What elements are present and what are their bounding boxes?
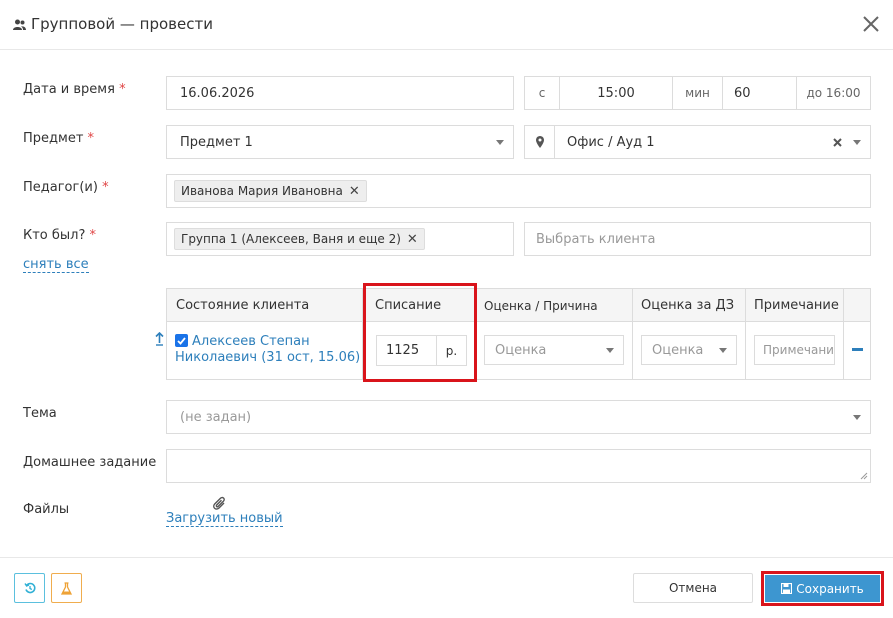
subject-select[interactable]: Предмет 1: [166, 125, 514, 159]
date-time-label-text: Дата и время: [23, 82, 115, 97]
modal-title: Групповой — провести: [13, 15, 213, 33]
chevron-down-icon: [853, 140, 861, 145]
resize-handle-icon[interactable]: [860, 472, 868, 480]
group-tag: Группа 1 (Алексеев, Ваня и еще 2) ✕: [174, 228, 425, 250]
location-icon-cell: [525, 126, 555, 158]
client-name-line1[interactable]: Алексеев Степан: [175, 334, 360, 350]
upload-wrap: Загрузить новый: [166, 511, 283, 527]
note-placeholder: Примечание: [763, 343, 835, 357]
homework-textarea[interactable]: [166, 449, 871, 483]
who-was-label: Кто был? *: [23, 228, 96, 243]
who-was-label-text: Кто был?: [23, 228, 86, 243]
date-value: 16.06.2026: [180, 85, 255, 101]
modal-footer: [0, 557, 893, 618]
topic-select[interactable]: (не задан): [166, 400, 871, 434]
homework-label: Домашнее задание: [23, 455, 157, 470]
group-select[interactable]: Группа 1 (Алексеев, Ваня и еще 2) ✕: [166, 222, 514, 256]
grade-placeholder: Оценка: [495, 342, 547, 358]
paperclip-icon: [213, 496, 225, 510]
header-hw-grade: Оценка за ДЗ: [641, 298, 735, 313]
topic-label: Тема: [23, 406, 57, 421]
from-label: с: [538, 86, 546, 100]
files-label: Файлы: [23, 502, 70, 517]
time-range-group: с 15:00 мин 60 до 16:00: [524, 76, 871, 110]
chevron-down-icon: [606, 348, 614, 353]
charge-highlight: [363, 283, 477, 382]
history-icon: [23, 582, 36, 594]
required-mark: *: [89, 228, 97, 243]
required-mark: *: [87, 131, 95, 146]
hw-grade-placeholder: Оценка: [652, 342, 704, 358]
teachers-label-text: Педагог(и): [23, 180, 98, 195]
client-name-line2[interactable]: Николаевич (31 ост, 15.06): [175, 350, 360, 366]
location-select[interactable]: Офис / Ауд 1: [524, 125, 871, 159]
teacher-tag: Иванова Мария Ивановна ✕: [174, 180, 367, 202]
test-button[interactable]: [51, 573, 82, 603]
hw-grade-select[interactable]: Оценка: [641, 335, 737, 365]
topic-placeholder: (не задан): [180, 409, 252, 425]
header-state: Состояние клиента: [176, 298, 310, 313]
floppy-disk-icon: [781, 583, 793, 594]
column-note: Примечание: [746, 289, 844, 379]
chevron-down-icon: [496, 140, 504, 145]
subject-label-text: Предмет: [23, 131, 84, 146]
note-input[interactable]: Примечание: [754, 335, 835, 365]
remove-tag-icon[interactable]: ✕: [407, 232, 418, 247]
clear-icon[interactable]: [833, 138, 842, 147]
date-input[interactable]: 16.06.2026: [166, 76, 514, 110]
column-grade: Оценка / Причина: [476, 289, 633, 379]
subject-value: Предмет 1: [180, 134, 253, 150]
map-marker-icon: [535, 136, 544, 148]
save-button-label: Сохранить: [796, 581, 864, 596]
client-link[interactable]: Алексеев Степан Николаевич (31 ост, 15.0…: [175, 334, 360, 366]
column-hw-grade: Оценка за ДЗ: [633, 289, 746, 379]
chevron-down-icon: [719, 348, 727, 353]
subject-label: Предмет *: [23, 131, 94, 146]
cancel-button[interactable]: Отмена: [633, 573, 753, 603]
close-icon[interactable]: [861, 12, 881, 36]
client-select[interactable]: Выбрать клиента: [524, 222, 871, 256]
modal-header: Групповой — провести: [0, 0, 893, 50]
teachers-select[interactable]: Иванова Мария Ивановна ✕: [166, 174, 871, 208]
remove-row-icon[interactable]: [852, 348, 863, 351]
arrow-up-icon[interactable]: [155, 332, 164, 346]
duration-input[interactable]: 60: [722, 77, 796, 109]
header-note: Примечание: [754, 298, 839, 313]
upload-new-link[interactable]: Загрузить новый: [166, 511, 283, 527]
attendance-table: Состояние клиента Списание Оценка / Прич…: [166, 288, 871, 380]
minutes-label: мин: [672, 77, 722, 109]
history-button[interactable]: [14, 573, 45, 603]
required-mark: *: [119, 82, 126, 97]
clear-all-wrap: снять все: [23, 257, 89, 273]
teacher-tag-text: Иванова Мария Ивановна: [181, 184, 343, 198]
grade-select[interactable]: Оценка: [484, 335, 624, 365]
end-time-label: до 16:00: [796, 77, 870, 109]
flask-icon: [61, 581, 72, 595]
start-time-input[interactable]: 15:00: [559, 77, 672, 109]
required-mark: *: [102, 180, 109, 195]
group-tag-text: Группа 1 (Алексеев, Ваня и еще 2): [181, 232, 401, 246]
users-icon: [13, 19, 26, 30]
clear-all-link[interactable]: снять все: [23, 257, 89, 273]
date-time-label: Дата и время *: [23, 82, 126, 97]
remove-tag-icon[interactable]: ✕: [349, 184, 360, 199]
header-grade: Оценка / Причина: [484, 299, 598, 313]
teachers-label: Педагог(и) *: [23, 180, 109, 195]
modal-title-text: Групповой — провести: [31, 15, 213, 33]
client-placeholder: Выбрать клиента: [536, 231, 656, 247]
chevron-down-icon: [853, 415, 861, 420]
save-button[interactable]: Сохранить: [765, 575, 880, 602]
